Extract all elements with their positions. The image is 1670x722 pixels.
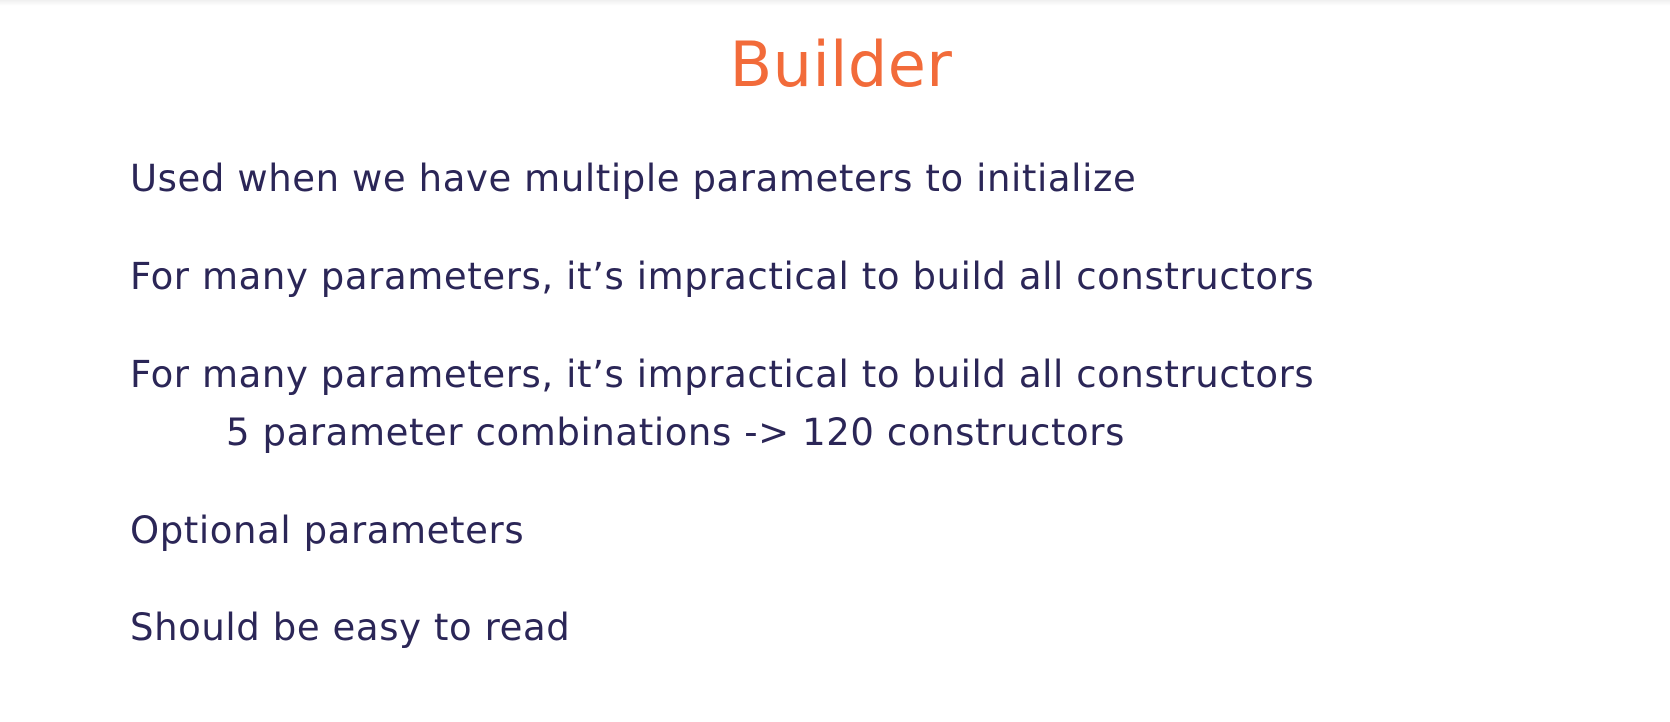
top-edge-shadow xyxy=(0,0,1670,6)
slide-title: Builder xyxy=(729,28,953,101)
bullet-line-3: For many parameters, it’s impractical to… xyxy=(130,353,1315,396)
bullet-line-5: Should be easy to read xyxy=(130,606,571,649)
bullet-subline: 5 parameter combinations -> 120 construc… xyxy=(226,411,1125,454)
slide: Builder Used when we have multiple param… xyxy=(0,0,1670,722)
bullet-line-1: Used when we have multiple parameters to… xyxy=(130,157,1137,200)
bullet-line-4: Optional parameters xyxy=(130,509,525,552)
bullet-line-2: For many parameters, it’s impractical to… xyxy=(130,255,1315,298)
